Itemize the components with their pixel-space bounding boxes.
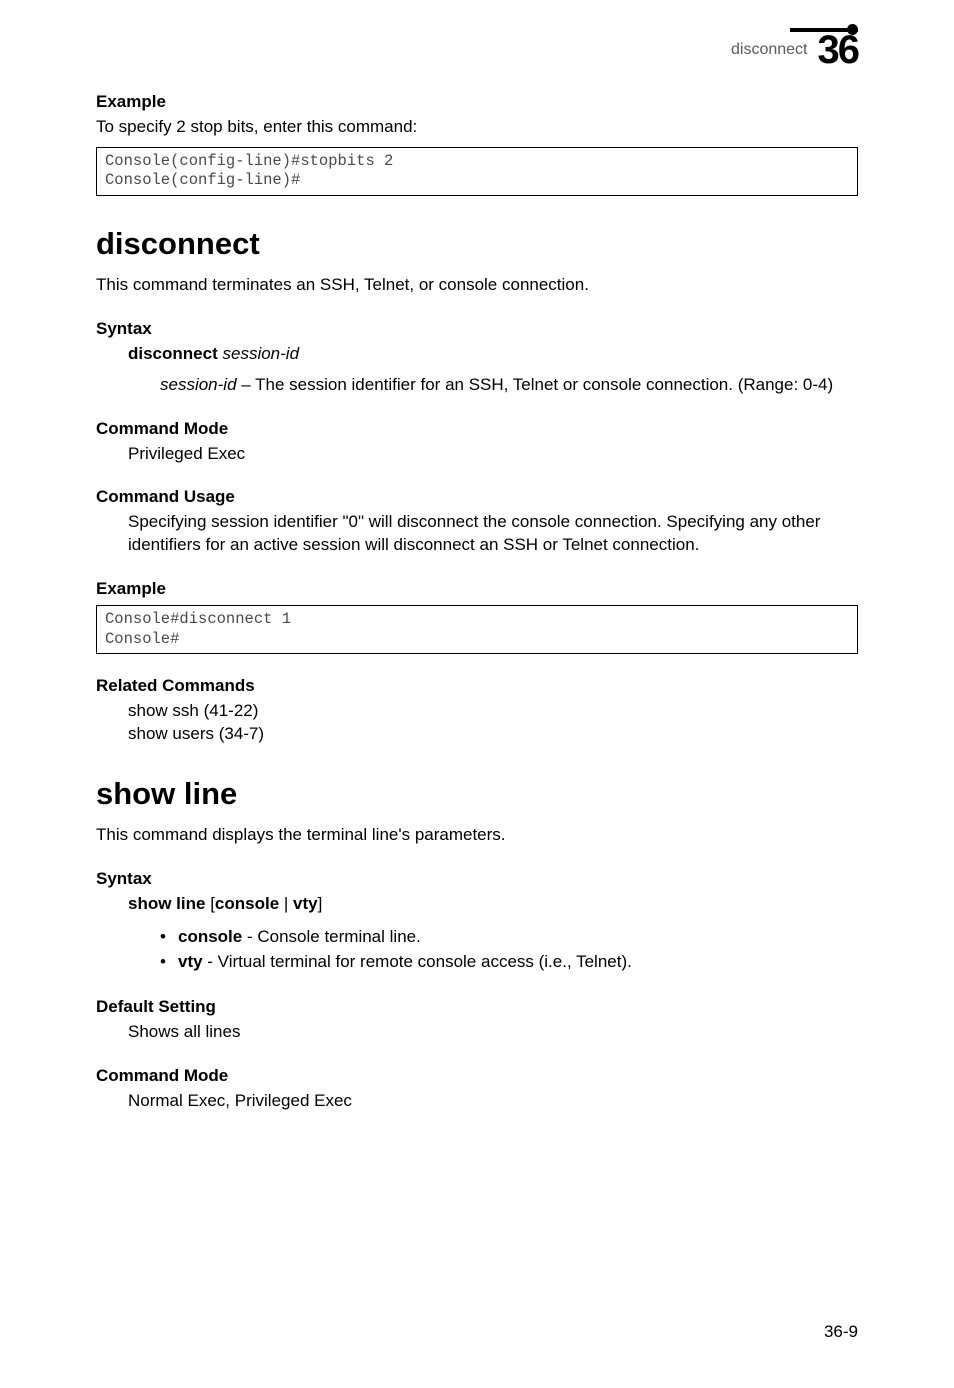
default-setting-label: Default Setting [96, 997, 858, 1017]
syntax-usage: show line [console | vty] [128, 893, 858, 916]
syntax-command: show line [128, 894, 205, 913]
command-usage-text: Specifying session identifier "0" will d… [128, 511, 858, 557]
command-mode-label: Command Mode [96, 419, 858, 439]
syntax-param-desc: session-id – The session identifier for … [160, 374, 858, 397]
command-mode-label: Command Mode [96, 1066, 858, 1086]
param-name: session-id [160, 375, 237, 394]
example-label: Example [96, 92, 858, 112]
chapter-badge: 36 [818, 30, 859, 70]
code-block-stopbits: Console(config-line)#stopbits 2 Console(… [96, 147, 858, 196]
syntax-arg: session-id [222, 344, 299, 363]
page-header: disconnect 36 [96, 30, 858, 70]
example-label: Example [96, 579, 858, 599]
syntax-bracket: ] [318, 894, 323, 913]
header-dot-icon [847, 24, 858, 35]
chapter-number: 36 [818, 30, 859, 70]
related-commands-label: Related Commands [96, 676, 858, 696]
param-rest: – The session identifier for an SSH, Tel… [237, 375, 834, 394]
example-intro-text: To specify 2 stop bits, enter this comma… [96, 116, 858, 139]
command-usage-label: Command Usage [96, 487, 858, 507]
command-mode-text: Privileged Exec [128, 443, 858, 466]
code-line: Console#disconnect 1 [105, 610, 291, 628]
option-desc: - Virtual terminal for remote console ac… [203, 952, 632, 971]
show-line-heading: show line [96, 776, 858, 812]
syntax-pipe: | [279, 894, 293, 913]
related-line: show ssh (41-22) [128, 700, 858, 723]
syntax-command: disconnect [128, 344, 218, 363]
syntax-option: vty [293, 894, 318, 913]
related-line: show users (34-7) [128, 723, 858, 746]
code-line: Console# [105, 630, 179, 648]
syntax-label: Syntax [96, 319, 858, 339]
syntax-options-list: console - Console terminal line. vty - V… [160, 924, 858, 975]
running-title: disconnect [731, 41, 808, 59]
syntax-usage: disconnect session-id [128, 343, 858, 366]
default-setting-text: Shows all lines [128, 1021, 858, 1044]
code-line: Console(config-line)# [105, 171, 300, 189]
option-desc: - Console terminal line. [242, 927, 421, 946]
syntax-option: console [215, 894, 279, 913]
option-name: console [178, 927, 242, 946]
disconnect-heading: disconnect [96, 226, 858, 262]
command-mode-text: Normal Exec, Privileged Exec [128, 1090, 858, 1113]
syntax-bracket: [ [205, 894, 214, 913]
show-line-desc: This command displays the terminal line'… [96, 824, 858, 847]
disconnect-desc: This command terminates an SSH, Telnet, … [96, 274, 858, 297]
syntax-label: Syntax [96, 869, 858, 889]
option-name: vty [178, 952, 203, 971]
list-item: console - Console terminal line. [160, 924, 858, 950]
list-item: vty - Virtual terminal for remote consol… [160, 949, 858, 975]
page-number: 36-9 [824, 1322, 858, 1342]
code-block-disconnect: Console#disconnect 1 Console# [96, 605, 858, 654]
code-line: Console(config-line)#stopbits 2 [105, 152, 393, 170]
